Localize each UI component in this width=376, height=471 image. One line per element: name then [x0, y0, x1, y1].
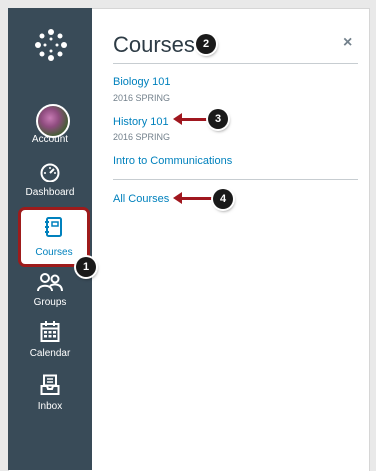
nav-item-label: Inbox	[37, 401, 63, 412]
nav-item-label: Groups	[33, 297, 67, 308]
course-term: 2016 SPRING	[113, 132, 171, 142]
callout-badge: 1	[76, 257, 96, 277]
callout-badge: 4	[213, 189, 233, 209]
courses-tray: Courses × Biology 101 2016 SPRING Histor…	[103, 8, 368, 470]
nav-item-label: Dashboard	[25, 187, 75, 198]
nav-item-calendar[interactable]: Calendar	[8, 321, 92, 359]
arrow-left-icon	[173, 192, 213, 204]
calendar-icon	[40, 321, 60, 343]
arrow-left-icon	[173, 113, 208, 125]
canvas-logo-icon[interactable]	[33, 27, 69, 63]
callout-badge: 2	[196, 34, 216, 54]
nav-item-label: Courses	[35, 247, 73, 258]
groups-icon	[37, 272, 63, 292]
course-term: 2016 SPRING	[113, 93, 171, 103]
divider	[113, 63, 358, 64]
close-icon[interactable]: ×	[343, 34, 352, 52]
divider	[113, 179, 358, 180]
courses-icon	[44, 216, 64, 238]
nav-item-dashboard[interactable]: Dashboard	[8, 162, 92, 198]
nav-item-groups[interactable]: Groups	[8, 272, 92, 308]
nav-item-label: Calendar	[29, 348, 71, 359]
nav-item-account[interactable]: Account	[8, 132, 92, 145]
inbox-icon	[40, 374, 60, 396]
nav-item-inbox[interactable]: Inbox	[8, 374, 92, 412]
tray-title: Courses	[113, 32, 195, 57]
nav-item-label: Account	[31, 134, 69, 145]
all-courses-link[interactable]: All Courses	[113, 193, 169, 205]
course-link-biology[interactable]: Biology 101	[113, 76, 171, 88]
global-navigation: Account Dashboard Courses Groups Calenda…	[8, 8, 92, 470]
course-link-intro-communications[interactable]: Intro to Communications	[113, 155, 232, 167]
callout-badge: 3	[208, 109, 228, 129]
dashboard-icon	[39, 162, 61, 182]
course-link-history[interactable]: History 101	[113, 116, 169, 128]
